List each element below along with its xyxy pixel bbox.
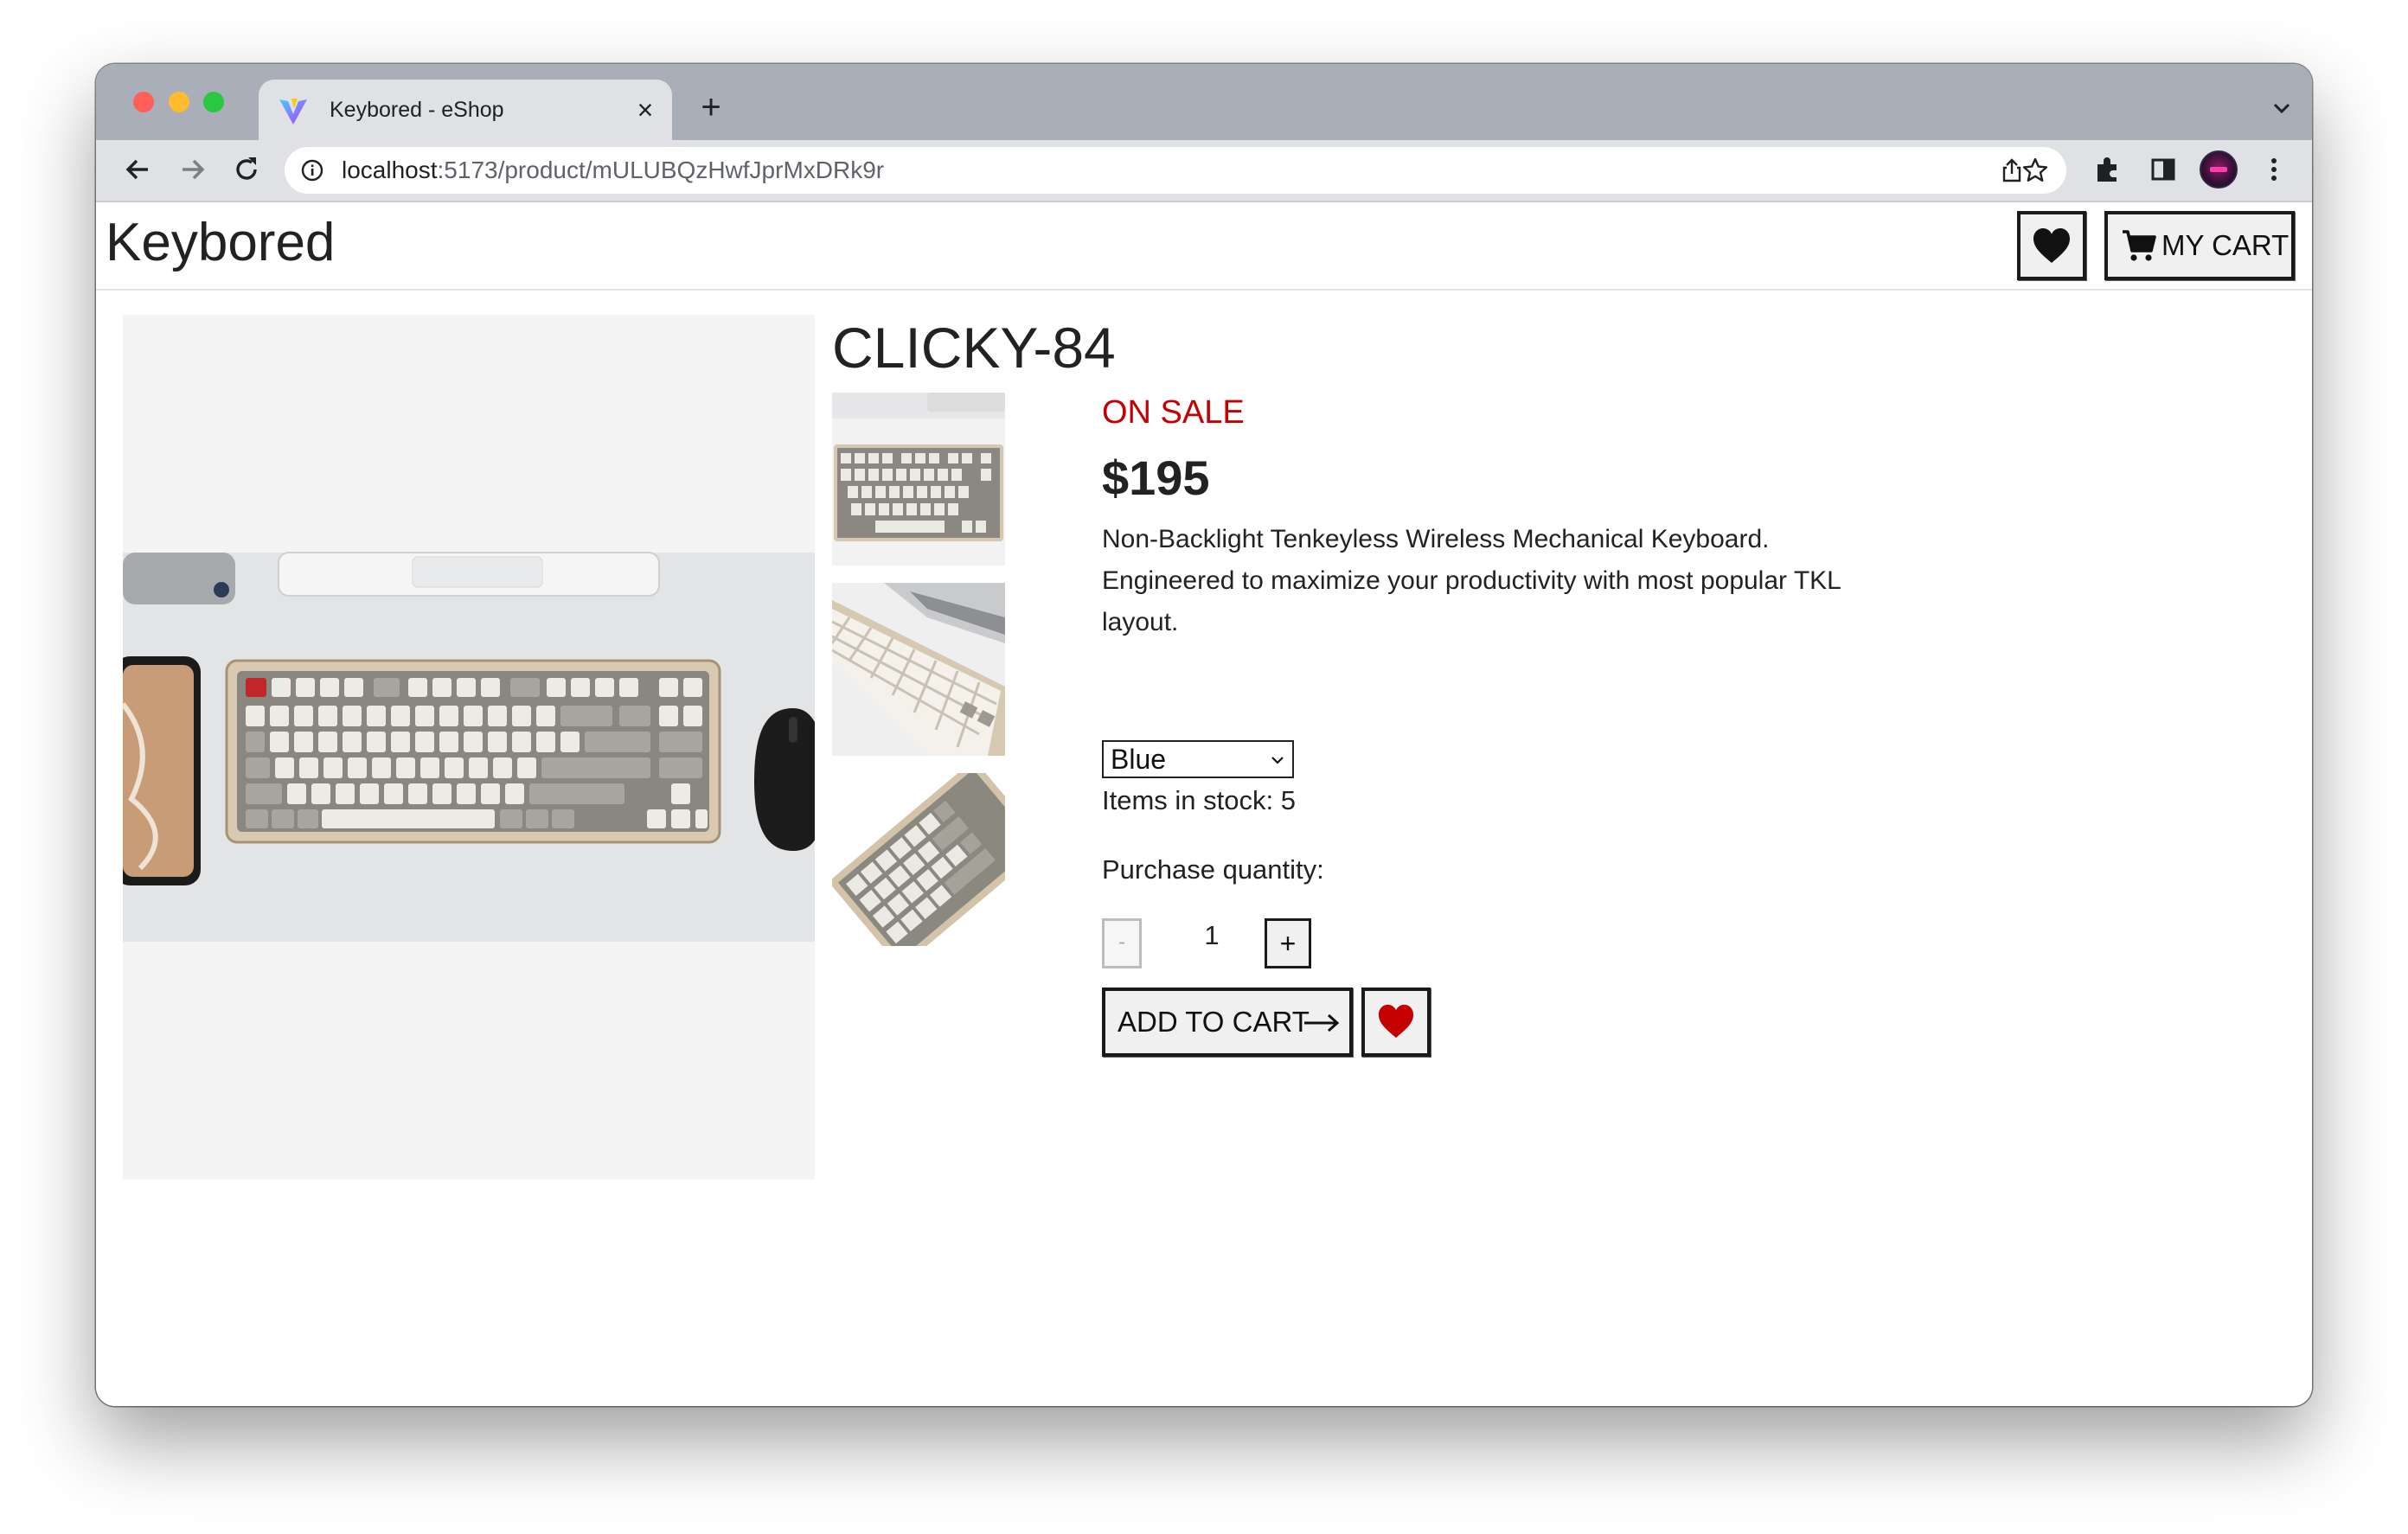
tab-title: Keybored - eShop (330, 98, 504, 122)
sale-label: ON SALE (1102, 394, 1245, 431)
avatar-mark (2210, 167, 2227, 172)
url-host: localhost (342, 157, 438, 183)
heart-icon (1378, 1004, 1414, 1039)
add-to-cart-label: ADD TO CART (1118, 1006, 1310, 1038)
thumbnail-photo (832, 583, 1005, 756)
quantity-value: 1 (1204, 920, 1220, 950)
browser-tab-active[interactable]: Keybored - eShop × (259, 80, 672, 140)
heart-icon (2033, 228, 2070, 263)
browser-window: Keybored - eShop × + localhost:5173/prod… (96, 64, 2312, 1406)
chevron-down-icon[interactable] (2270, 97, 2293, 119)
side-panel-icon[interactable] (2146, 152, 2181, 187)
quantity-label: Purchase quantity: (1102, 854, 1324, 885)
bookmark-star-icon[interactable] (2021, 157, 2049, 184)
tab-strip: Keybored - eShop × + (96, 64, 2312, 140)
vite-favicon-icon (279, 99, 307, 125)
variant-select[interactable]: Blue (1102, 740, 1294, 778)
address-bar[interactable]: localhost:5173/product/mULUBQzHwfJprMxDR… (285, 147, 2066, 194)
product-thumbnail-1[interactable] (832, 393, 1005, 566)
reload-icon[interactable] (229, 152, 264, 187)
quantity-decrease-button[interactable]: - (1102, 918, 1142, 968)
arrow-right-icon (1304, 1013, 1340, 1032)
tab-close-icon[interactable]: × (631, 95, 660, 125)
browser-toolbar: localhost:5173/product/mULUBQzHwfJprMxDR… (96, 140, 2312, 202)
thumbnail-photo (832, 773, 1005, 946)
url-text[interactable]: localhost:5173/product/mULUBQzHwfJprMxDR… (342, 156, 884, 185)
extensions-puzzle-icon[interactable] (2091, 152, 2125, 187)
cart-label: MY CART (2161, 229, 2290, 261)
add-to-wishlist-button[interactable] (1361, 988, 1431, 1057)
minimize-window-button[interactable] (169, 92, 189, 112)
stock-count: Items in stock: 5 (1102, 785, 1296, 815)
chevron-down-icon (1271, 757, 1284, 764)
cart-icon (2123, 230, 2156, 261)
product-thumbnail-2[interactable] (832, 583, 1005, 756)
page-content: Keybored MY CART CLICKY-84 ON SALE $195 … (96, 202, 2312, 1406)
thumbnail-photo (832, 393, 1005, 566)
new-tab-button[interactable]: + (693, 90, 729, 126)
maximize-window-button[interactable] (203, 92, 224, 112)
profile-avatar[interactable] (2200, 150, 2238, 189)
product-description: Non-Backlight Tenkeyless Wireless Mechan… (1102, 525, 1841, 636)
back-arrow-icon[interactable] (120, 152, 155, 187)
info-icon[interactable] (300, 158, 324, 182)
url-path: :5173/product/mULUBQzHwfJprMxDRk9r (437, 157, 885, 183)
more-menu-icon[interactable] (2257, 152, 2291, 187)
quantity-increase-button[interactable]: + (1265, 918, 1311, 968)
forward-arrow-icon[interactable] (176, 152, 210, 187)
site-header: Keybored MY CART (96, 202, 2312, 291)
product-main-image (123, 315, 815, 1179)
product-price: $195 (1102, 451, 1210, 505)
close-window-button[interactable] (133, 92, 154, 112)
site-title[interactable]: Keybored (106, 211, 335, 275)
product-thumbnail-3[interactable] (832, 773, 1005, 946)
variant-selected-value: Blue (1111, 744, 1167, 775)
keyboard-photo (123, 315, 815, 1179)
add-to-cart-button[interactable]: ADD TO CART (1102, 988, 1353, 1057)
product-title: CLICKY-84 (832, 316, 1116, 380)
my-cart-button[interactable]: MY CART (2104, 211, 2295, 280)
wishlist-button[interactable] (2017, 211, 2086, 280)
